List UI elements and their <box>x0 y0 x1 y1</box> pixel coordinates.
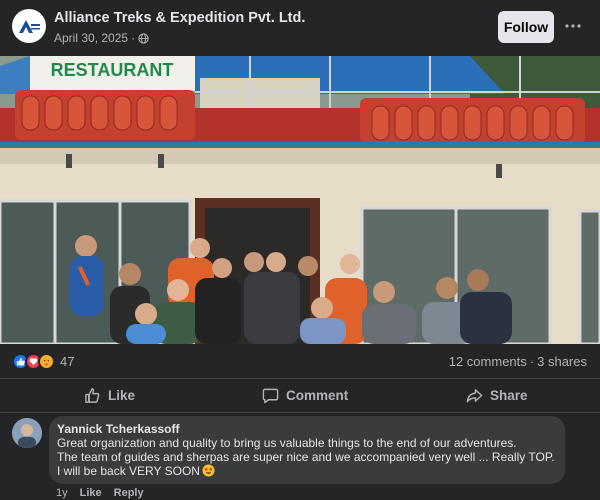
comments-shares-summary: 12 comments · 3 shares <box>449 354 587 369</box>
thumbs-up-icon <box>85 388 100 403</box>
post-actions-bar: Like Comment Share <box>0 378 600 412</box>
restaurant-sign-text: RESTAURANT <box>51 60 174 80</box>
reactions-summary[interactable]: 47 <box>12 353 74 370</box>
comment-footer: 1y Like Reply <box>56 487 144 499</box>
care-icon <box>38 353 55 370</box>
comments-count[interactable]: 12 comments <box>449 354 527 369</box>
comment-button[interactable]: Comment <box>262 379 348 412</box>
comment-reply-button[interactable]: Reply <box>114 487 144 499</box>
share-arrow-icon <box>466 389 483 403</box>
like-label: Like <box>108 388 136 403</box>
post-stats: 47 12 comments · 3 shares <box>0 344 600 378</box>
more-options-button[interactable] <box>562 15 584 37</box>
comment-label: Comment <box>286 388 349 403</box>
shares-count[interactable]: 3 shares <box>537 354 587 369</box>
comment-line-3: I will be back VERY SOON <box>57 464 200 478</box>
post-photo[interactable]: RESTAURANT <box>0 56 600 344</box>
alliance-logo-icon <box>19 20 40 33</box>
post-meta: April 30, 2025 · <box>54 31 149 45</box>
follow-button[interactable]: Follow <box>498 11 554 43</box>
post-date[interactable]: April 30, 2025 <box>54 31 128 45</box>
meta-separator: · <box>131 31 136 45</box>
post-header: Alliance Treks & Expedition Pvt. Ltd. Ap… <box>0 0 600 56</box>
comment-author[interactable]: Yannick Tcherkassoff <box>57 422 557 436</box>
share-button[interactable]: Share <box>466 379 528 412</box>
comment-icon <box>262 388 279 404</box>
comment-line-3-wrap: I will be back VERY SOON <box>57 464 557 478</box>
share-label: Share <box>490 388 528 403</box>
comment-time[interactable]: 1y <box>56 487 68 499</box>
teal-trim <box>0 142 600 148</box>
stats-dot: · <box>529 354 535 369</box>
comment-line-2: The team of guides and sherpas are super… <box>57 450 555 464</box>
star-struck-emoji <box>202 464 215 477</box>
comment-line-1: Great organization and quality to bring … <box>57 436 517 450</box>
more-dots-icon <box>565 24 581 28</box>
globe-icon <box>138 32 149 44</box>
comments-section: Yannick Tcherkassoff Great organization … <box>0 412 600 500</box>
like-button[interactable]: Like <box>84 379 135 412</box>
comment-bubble: Yannick Tcherkassoff Great organization … <box>49 416 565 484</box>
comment-like-button[interactable]: Like <box>80 487 102 499</box>
reaction-count: 47 <box>60 354 75 369</box>
commenter-avatar[interactable] <box>12 418 42 448</box>
page-name[interactable]: Alliance Treks & Expedition Pvt. Ltd. <box>54 10 305 26</box>
page-avatar[interactable] <box>12 9 46 43</box>
